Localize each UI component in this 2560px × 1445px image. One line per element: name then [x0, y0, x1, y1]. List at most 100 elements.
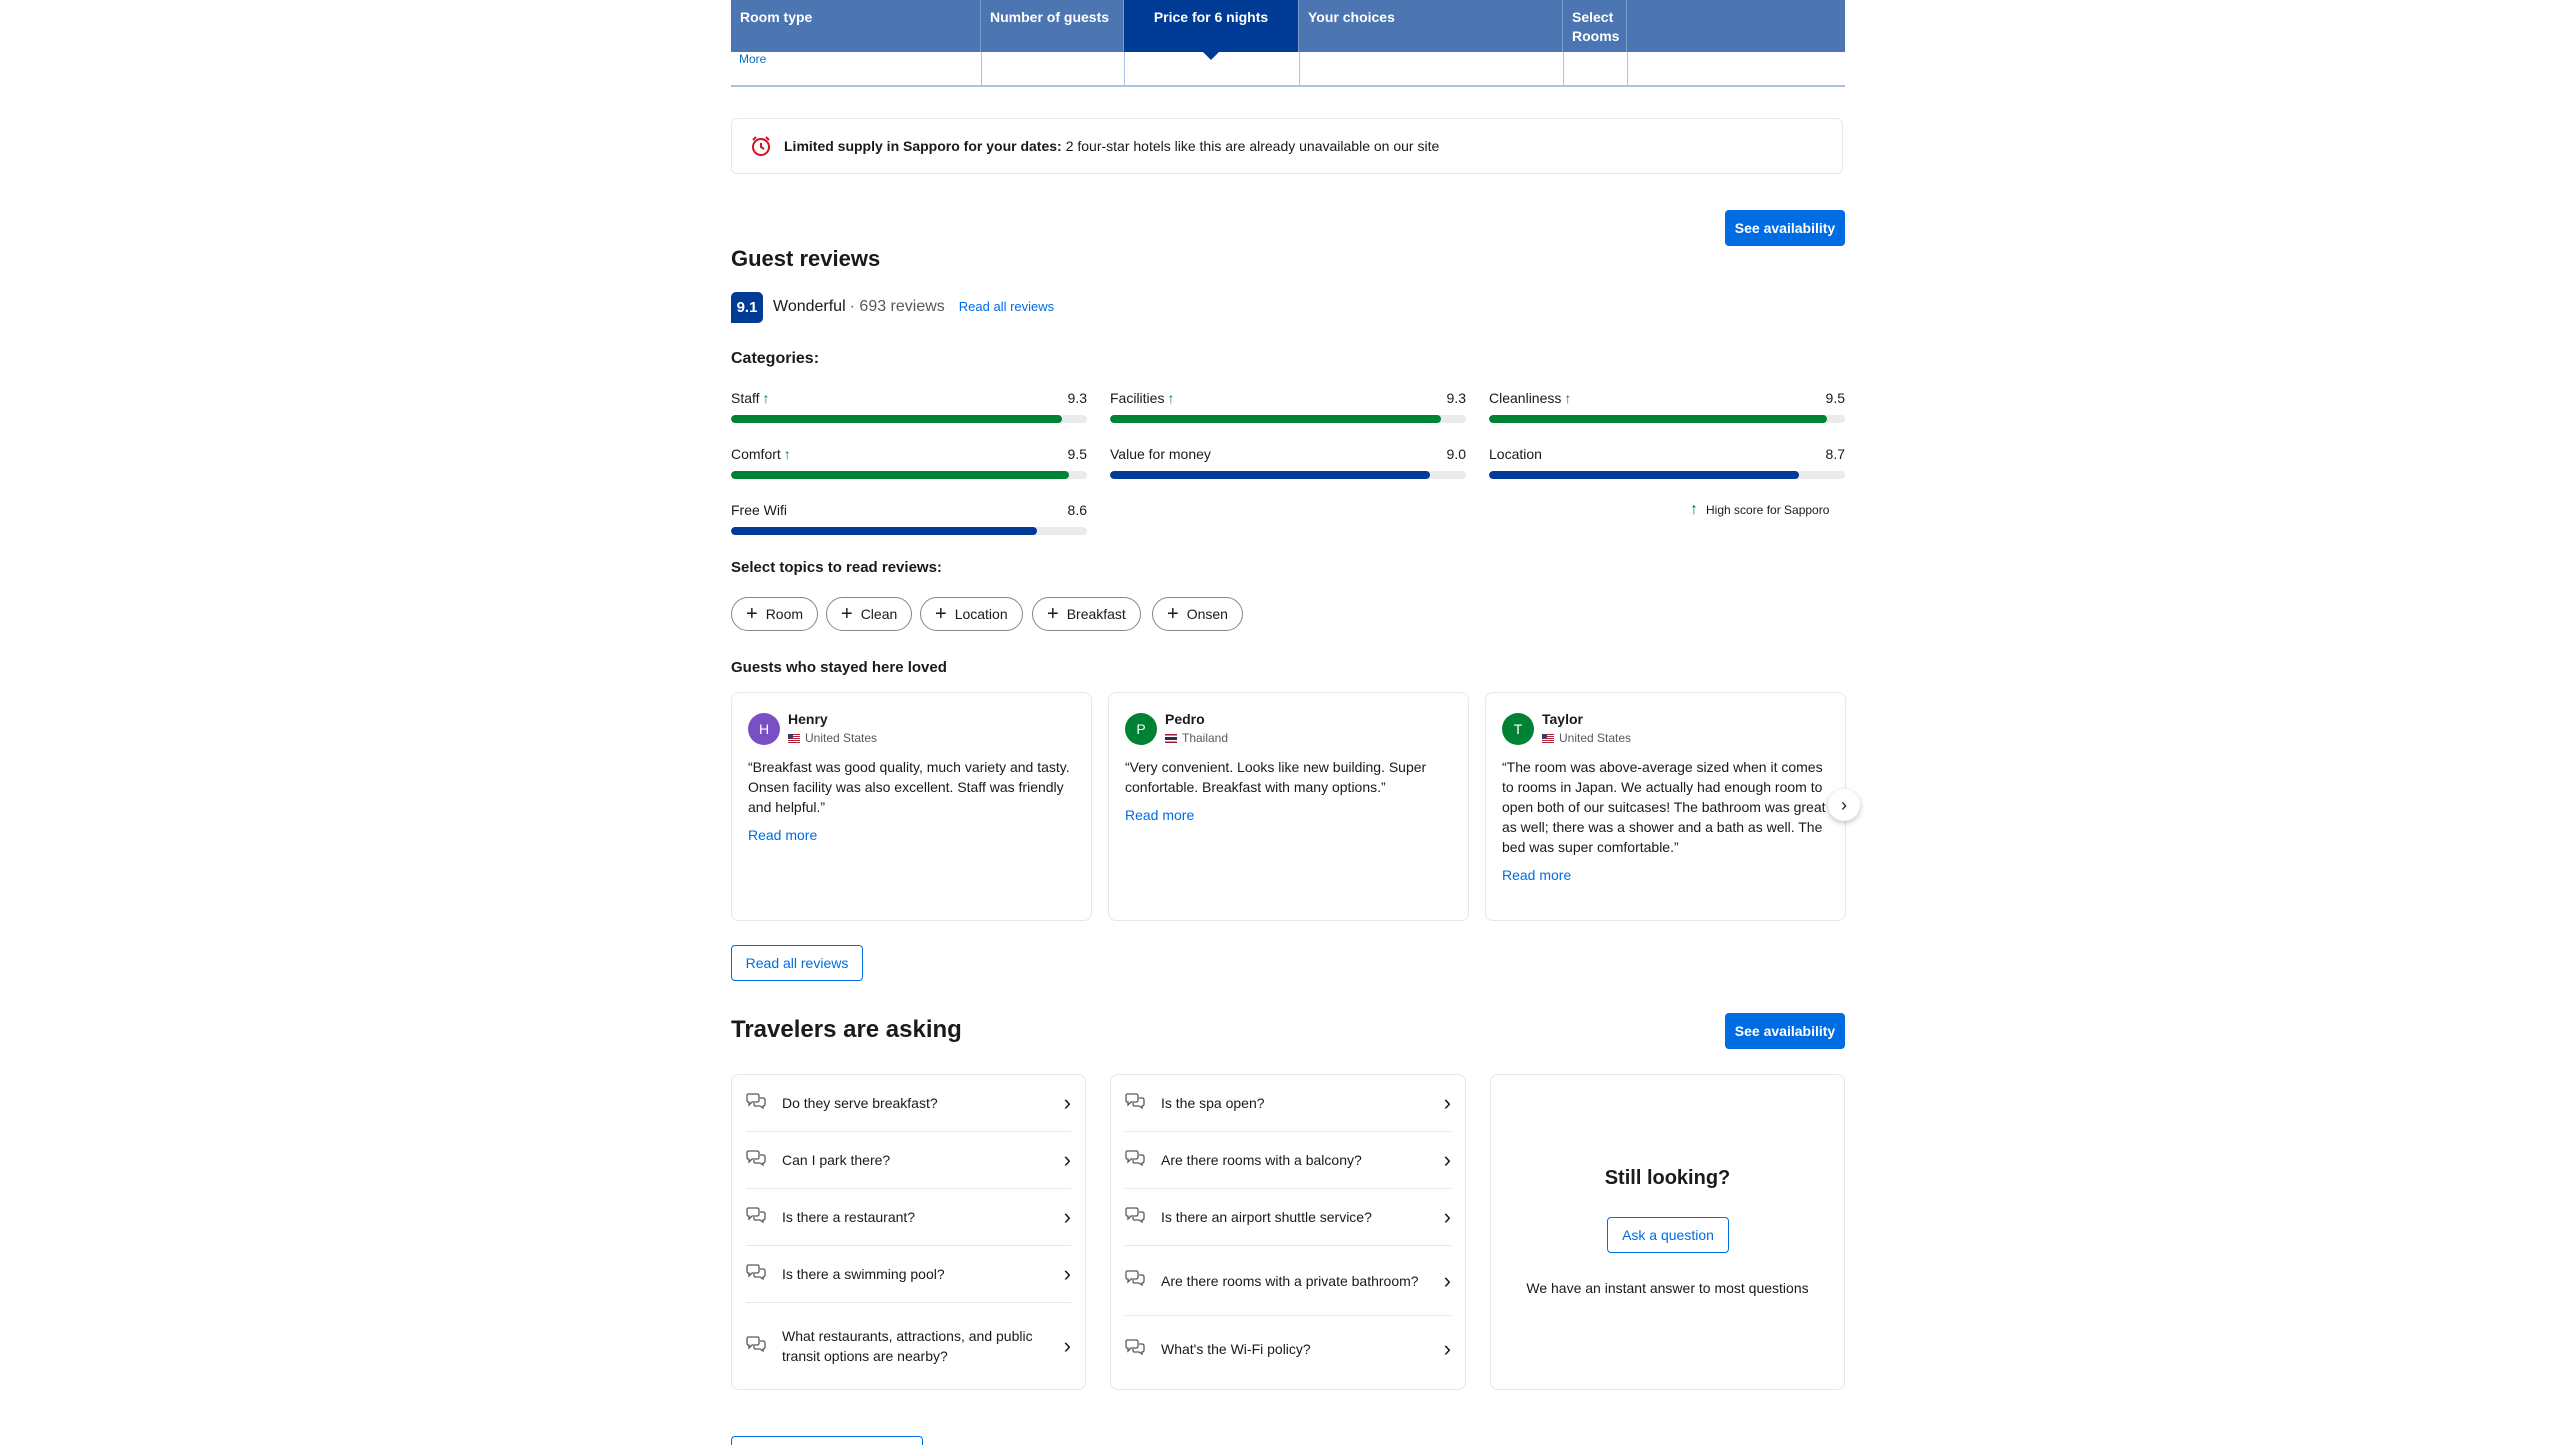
faq-question-item[interactable]: Is there a restaurant? › [746, 1189, 1071, 1246]
category-row: Staff ↑ 9.3 [731, 388, 1087, 408]
category-bar [1489, 471, 1845, 479]
see-availability-button[interactable]: See availability [1725, 210, 1845, 246]
category-row: Comfort ↑ 9.5 [731, 444, 1087, 464]
alarm-clock-icon [752, 136, 770, 156]
faq-question-item[interactable]: What restaurants, attractions, and publi… [746, 1303, 1071, 1389]
category-bar-fill [731, 471, 1070, 479]
plus-icon: + [1047, 603, 1059, 625]
category-row: Location 8.7 [1489, 444, 1845, 464]
faq-question-item[interactable]: What's the Wi-Fi policy? › [1125, 1316, 1451, 1382]
chevron-right-icon: › [1443, 1336, 1451, 1361]
chevron-right-icon: › [1443, 1090, 1451, 1115]
category-score: 8.6 [1067, 502, 1087, 518]
review-quote: “Breakfast was good quality, much variet… [748, 759, 1070, 815]
category-name: Cleanliness [1489, 390, 1562, 406]
col-number-of-guests: Number of guests [981, 0, 1124, 52]
category-location: Location 8.7 [1489, 444, 1845, 479]
faq-question-item[interactable]: Are there rooms with a private bathroom?… [1125, 1246, 1451, 1316]
faq-question-item[interactable]: Is there an airport shuttle service? › [1125, 1189, 1451, 1246]
see-availability-button[interactable]: See availability [1725, 1013, 1845, 1049]
col-select-rooms-label: Select Rooms [1572, 9, 1620, 44]
reviewer-country: Thailand [1165, 731, 1228, 745]
plus-icon: + [841, 603, 853, 625]
review-text: “Breakfast was good quality, much variet… [748, 757, 1077, 845]
chevron-right-icon: › [1063, 1090, 1071, 1115]
faq-question-item[interactable]: Do they serve breakfast? › [746, 1075, 1071, 1132]
question-text: Can I park there? [782, 1152, 891, 1168]
category-score: 9.3 [1067, 390, 1087, 406]
faq-question-item[interactable]: Can I park there? › [746, 1132, 1071, 1189]
category-bar-fill [1489, 415, 1828, 423]
topic-chip-clean[interactable]: + Clean [826, 597, 913, 631]
ask-question-button[interactable]: Ask a question [1607, 1217, 1729, 1253]
topic-chip-location[interactable]: + Location [920, 597, 1023, 631]
divider [981, 52, 982, 85]
category-score: 9.3 [1446, 390, 1466, 406]
question-text: Is the spa open? [1161, 1095, 1265, 1111]
plus-icon: + [935, 603, 947, 625]
limited-supply-text: 2 four-star hotels like this are already… [1065, 138, 1440, 154]
question-text: Are there rooms with a balcony? [1161, 1152, 1362, 1168]
topic-label: Clean [860, 606, 898, 622]
category-name: Staff [731, 390, 760, 406]
category-name: Value for money [1110, 446, 1211, 462]
topic-chip-room[interactable]: + Room [731, 597, 819, 631]
divider [1299, 52, 1300, 85]
faq-card-left: Do they serve breakfast? › Can I park ther… [731, 1074, 1086, 1390]
reviewer-name: Henry [788, 711, 828, 727]
category-label: Facilities ↑ [1110, 390, 1174, 406]
read-more-link[interactable]: Read more [1125, 805, 1454, 825]
category-bar [731, 527, 1087, 535]
reviewer-country: United States [1542, 731, 1631, 745]
high-score-text: High score for Sapporo [1706, 503, 1830, 517]
faq-question-item[interactable]: Is the spa open? › [1125, 1075, 1451, 1132]
category-label: Free Wifi [731, 502, 787, 518]
category-label: Value for money [1110, 446, 1211, 462]
topic-chip-onsen[interactable]: + Onsen [1152, 597, 1243, 631]
category-row: Cleanliness ↑ 9.5 [1489, 388, 1845, 408]
limited-supply-title: Limited supply in Sapporo for your dates… [784, 138, 1062, 154]
chat-bubbles-icon [1125, 1338, 1147, 1361]
review-quote: “The room was above-average sized when i… [1502, 759, 1826, 855]
category-bar [731, 415, 1087, 423]
chevron-right-icon: › [1063, 1204, 1071, 1229]
question-text: Is there an airport shuttle service? [1161, 1209, 1372, 1225]
reviewer-name: Pedro [1165, 711, 1205, 727]
topic-label: Breakfast [1066, 606, 1126, 622]
faq-card-right: Is the spa open? › Are there rooms with a … [1110, 1074, 1466, 1390]
avatar: H [748, 713, 780, 745]
chat-bubbles-icon [746, 1263, 768, 1286]
faq-question-item[interactable]: Are there rooms with a balcony? › [1125, 1132, 1451, 1189]
category-value-for-money: Value for money 9.0 [1110, 444, 1466, 479]
read-more-link[interactable]: Read more [1502, 865, 1831, 885]
col-your-choices: Your choices [1299, 0, 1563, 52]
country-label: United States [1559, 731, 1632, 745]
read-all-reviews-link[interactable]: Read all reviews [959, 299, 1054, 314]
rating-word: Wonderful [773, 298, 846, 315]
category-score: 9.5 [1067, 446, 1087, 462]
carousel-next-button[interactable]: › [1828, 789, 1860, 821]
category-score: 9.5 [1825, 390, 1845, 406]
chevron-right-icon: › [1841, 794, 1847, 815]
question-text: Is there a swimming pool? [782, 1266, 945, 1282]
chevron-right-icon: › [1063, 1147, 1071, 1172]
faq-question-item[interactable]: Is there a swimming pool? › [746, 1246, 1071, 1303]
more-link[interactable]: More [739, 52, 766, 66]
divider [1124, 52, 1125, 85]
thailand-flag-icon [1165, 733, 1177, 743]
category-bar [1110, 471, 1466, 479]
read-more-link[interactable]: Read more [748, 825, 1077, 845]
rating-summary: Wonderful · 693 reviews Read all reviews [773, 298, 1054, 316]
arrow-up-icon: ↑ [1690, 501, 1698, 518]
col-price[interactable]: Price for 6 nights [1124, 0, 1299, 60]
chat-bubbles-icon [746, 1335, 768, 1358]
chevron-right-icon: › [1443, 1147, 1451, 1172]
review-quote: “Very convenient. Looks like new buildin… [1125, 759, 1427, 795]
chat-bubbles-icon [1125, 1149, 1147, 1172]
read-all-reviews-button[interactable]: Read all reviews [731, 945, 863, 981]
still-looking-title: Still looking? [1604, 1167, 1731, 1189]
topic-chip-breakfast[interactable]: + Breakfast [1032, 597, 1141, 631]
partial-button[interactable] [731, 1436, 923, 1445]
instant-answer-text: We have an instant answer to most questi… [1526, 1280, 1809, 1296]
review-score-badge: 9.1 [731, 292, 763, 323]
